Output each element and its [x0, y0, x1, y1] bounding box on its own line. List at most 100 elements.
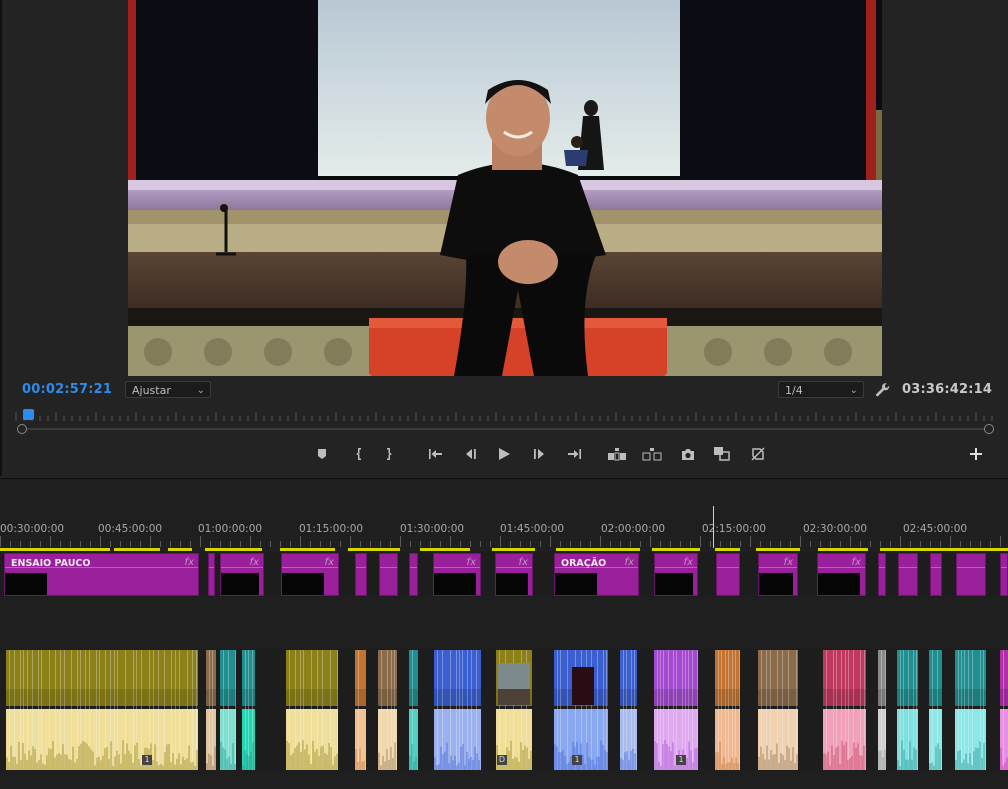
- step-back-button[interactable]: [458, 442, 482, 466]
- clip-opacity-line: [879, 567, 885, 568]
- audio-clip[interactable]: [758, 709, 798, 770]
- zoom-scroll-end-handle[interactable]: [984, 424, 994, 434]
- video-clip[interactable]: [409, 553, 418, 596]
- video-clip[interactable]: fx: [433, 553, 481, 596]
- clip-opacity-line: [899, 567, 917, 568]
- lane-shade: [897, 689, 918, 706]
- lift-icon: [608, 448, 626, 461]
- clip-badge: 1: [572, 755, 582, 765]
- zoom-scroll-start-handle[interactable]: [17, 424, 27, 434]
- video-clip[interactable]: fx: [281, 553, 339, 596]
- clip-opacity-line: [957, 567, 985, 568]
- video-clip[interactable]: fx: [817, 553, 866, 596]
- video-clip[interactable]: fx: [220, 553, 264, 596]
- monitor-playhead-handle[interactable]: [23, 409, 34, 420]
- play-button[interactable]: [492, 442, 516, 466]
- zoom-fit-select[interactable]: Ajustar ⌄: [125, 381, 211, 398]
- settings-wrench-icon[interactable]: [874, 381, 892, 399]
- lane-shade: [878, 689, 886, 706]
- video-clip[interactable]: [716, 553, 740, 596]
- ruler-label: 01:15:00:00: [299, 523, 364, 535]
- lift-button[interactable]: [605, 442, 629, 466]
- audio-clips-layer: [6, 650, 1008, 770]
- render-segment: [348, 548, 400, 551]
- mark-in-button[interactable]: [346, 442, 370, 466]
- ruler-label: 00:45:00:00: [98, 523, 163, 535]
- playback-resolution-select[interactable]: 1/4 ⌄: [778, 381, 864, 398]
- video-clip[interactable]: [355, 553, 367, 596]
- audio-clip[interactable]: [220, 709, 236, 770]
- render-segment: [280, 548, 335, 551]
- comparison-view-button[interactable]: [710, 442, 734, 466]
- marker-icon: [318, 449, 326, 459]
- clip-thumbnail: [221, 573, 259, 595]
- render-segment: [880, 548, 1008, 551]
- fx-badge: fx: [249, 557, 259, 568]
- video-clip[interactable]: fx: [758, 553, 798, 596]
- render-segment: [420, 548, 470, 551]
- clip-badge: D: [497, 755, 507, 765]
- mark-out-button[interactable]: [378, 442, 402, 466]
- ruler-label: 02:45:00:00: [903, 523, 968, 535]
- go-to-in-icon: [429, 449, 442, 459]
- clip-thumbnail: [572, 667, 594, 705]
- export-frame-button[interactable]: [676, 442, 700, 466]
- clip-thumbnail: [655, 573, 693, 595]
- video-clip[interactable]: [1000, 553, 1008, 596]
- lane-shade: [6, 689, 198, 706]
- clip-name: ENSAIO PAUCO: [11, 558, 91, 569]
- video-clip[interactable]: [898, 553, 918, 596]
- lane-shade: [220, 689, 236, 706]
- monitor-time-ruler[interactable]: [12, 409, 996, 423]
- proxy-toggle-button[interactable]: [746, 442, 770, 466]
- video-clip[interactable]: ORAÇÃO fx: [554, 553, 639, 596]
- video-preview[interactable]: [128, 0, 882, 376]
- timeline-playhead[interactable]: [713, 506, 714, 548]
- zoom-scroll-bar[interactable]: [22, 428, 988, 430]
- clip-thumbnail: [759, 573, 793, 595]
- render-segment: [205, 548, 262, 551]
- ruler-label: 02:00:00:00: [601, 523, 666, 535]
- video-clip[interactable]: fx: [495, 553, 533, 596]
- video-clip[interactable]: [379, 553, 398, 596]
- zoom-fit-value: Ajustar: [132, 384, 171, 397]
- ruler-label: 02:30:00:00: [803, 523, 868, 535]
- button-editor-button[interactable]: [964, 442, 988, 466]
- fx-badge: fx: [624, 557, 634, 568]
- step-forward-button[interactable]: [528, 442, 552, 466]
- fx-badge: fx: [466, 557, 476, 568]
- clip-thumbnail: [282, 573, 324, 595]
- sequence-duration: 03:36:42:14: [902, 382, 993, 397]
- video-clip[interactable]: [930, 553, 942, 596]
- clip-opacity-line: [209, 567, 214, 568]
- lane-shade: [620, 689, 637, 706]
- extract-button[interactable]: [640, 442, 664, 466]
- lane-shade: [206, 689, 216, 706]
- video-clip[interactable]: [956, 553, 986, 596]
- lane-shade: [823, 689, 866, 706]
- render-segment: [556, 548, 640, 551]
- video-clip[interactable]: ENSAIO PAUCO fx: [4, 553, 199, 596]
- plus-icon: [970, 448, 982, 460]
- mark-out-icon: [387, 448, 392, 460]
- playhead-timecode[interactable]: 00:02:57:21: [22, 382, 112, 397]
- render-segment: [0, 548, 110, 551]
- video-clip[interactable]: fx: [654, 553, 698, 596]
- lane-shade: [715, 689, 740, 706]
- lane-shade: [654, 689, 698, 706]
- render-segment: [818, 548, 868, 551]
- fx-badge: fx: [518, 557, 528, 568]
- render-segment: [492, 548, 535, 551]
- step-back-icon: [466, 449, 476, 459]
- clip-thumbnail: [5, 573, 47, 595]
- go-to-out-button[interactable]: [562, 442, 586, 466]
- comparison-icon: [714, 447, 730, 461]
- render-segment: [715, 548, 740, 551]
- timeline-time-ruler[interactable]: [0, 478, 1008, 548]
- extract-icon: [642, 448, 662, 461]
- go-to-in-button[interactable]: [424, 442, 448, 466]
- add-marker-button[interactable]: [310, 442, 334, 466]
- video-clip[interactable]: [208, 553, 215, 596]
- render-segment: [114, 548, 160, 551]
- video-clip[interactable]: [878, 553, 886, 596]
